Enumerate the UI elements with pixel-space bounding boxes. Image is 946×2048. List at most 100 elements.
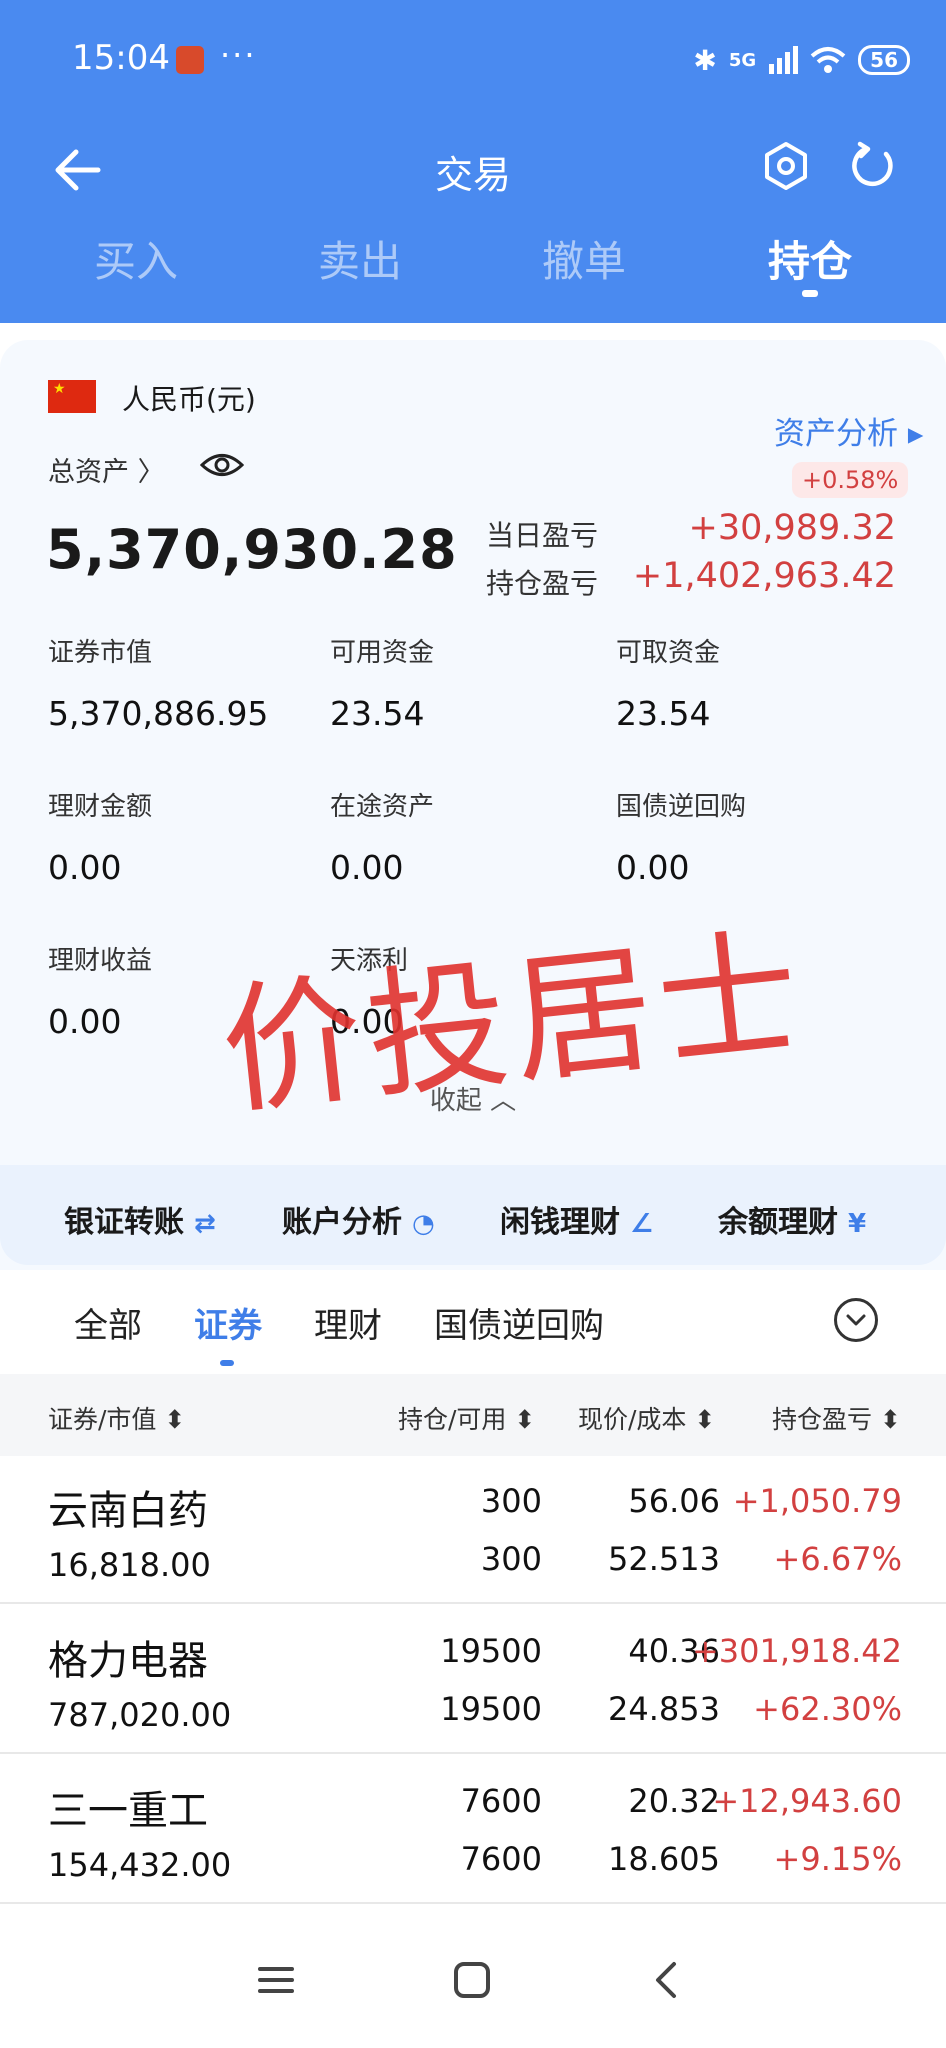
current-price: 56.06 xyxy=(628,1482,720,1520)
position-pl: +301,918.42 xyxy=(691,1632,902,1670)
asset-analysis-link[interactable]: 资产分析 ▸ xyxy=(774,408,923,453)
battery-indicator: 56 xyxy=(858,45,910,75)
filter-tab-securities[interactable]: 证券 xyxy=(194,1298,262,1347)
position-pl-label: 持仓盈亏 xyxy=(486,567,599,600)
filter-tab-reverse-repo[interactable]: 国债逆回购 xyxy=(434,1298,604,1347)
securities-value: 5,370,886.95 xyxy=(48,694,269,733)
settings-button[interactable] xyxy=(760,140,812,192)
cost-price: 18.605 xyxy=(608,1840,720,1878)
filter-tab-all[interactable]: 全部 xyxy=(74,1298,142,1347)
wealth-income-value: 0.00 xyxy=(48,1002,122,1041)
reverse-repo-value: 0.00 xyxy=(616,848,690,887)
quick-action-label: 闲钱理财 xyxy=(500,1205,620,1240)
column-holding-header[interactable]: 持仓/可用 ⬍ xyxy=(398,1400,535,1436)
collapse-button[interactable]: 收起 ︿ xyxy=(0,1080,946,1117)
trend-icon: ∠ xyxy=(630,1209,654,1239)
table-row[interactable]: 三一重工 154,432.00 7600 7600 20.32 18.605 +… xyxy=(0,1756,946,1904)
position-pl-pct: +9.15% xyxy=(773,1840,902,1878)
daily-percent-badge: +0.58% xyxy=(792,462,909,498)
column-pl-header[interactable]: 持仓盈亏 ⬍ xyxy=(772,1400,901,1436)
total-assets-label[interactable]: 总资产 〉 xyxy=(48,450,165,489)
market-value: 16,818.00 xyxy=(48,1546,211,1584)
menu-button[interactable] xyxy=(246,1950,306,2010)
available-funds-label: 可用资金 xyxy=(330,638,435,668)
refresh-icon xyxy=(852,141,893,187)
status-time: 15:04 xyxy=(72,38,170,78)
quick-actions-bar: 银证转账 ⇄ 账户分析 ◔ 闲钱理财 ∠ 余额理财 ¥ xyxy=(0,1165,946,1265)
asset-summary-card: ★ 人民币(元) 资产分析 ▸ 总资产 〉 +0.58% 5,370,930.2… xyxy=(0,340,946,1270)
column-security-header[interactable]: 证券/市值 ⬍ xyxy=(48,1400,185,1436)
position-pl-pct: +62.30% xyxy=(753,1690,902,1728)
filter-tab-wealth[interactable]: 理财 xyxy=(314,1298,382,1347)
pie-chart-icon: ◔ xyxy=(412,1209,435,1239)
table-row[interactable]: 云南白药 16,818.00 300 300 56.06 52.513 +1,0… xyxy=(0,1456,946,1604)
home-square-icon xyxy=(454,1962,490,1998)
position-pl: +1,050.79 xyxy=(732,1482,902,1520)
bank-securities-transfer-button[interactable]: 银证转账 ⇄ xyxy=(64,1197,216,1241)
available-qty: 7600 xyxy=(460,1840,542,1878)
cost-price: 24.853 xyxy=(608,1690,720,1728)
stock-name: 云南白药 xyxy=(48,1488,208,1534)
app-notification-icon xyxy=(176,46,204,74)
tiantianli-label: 天添利 xyxy=(330,946,409,976)
available-funds-value: 23.54 xyxy=(330,694,425,733)
tab-sell[interactable]: 卖出 xyxy=(290,228,430,289)
column-price-header[interactable]: 现价/成本 ⬍ xyxy=(578,1400,715,1436)
transfer-icon: ⇄ xyxy=(194,1209,216,1239)
daily-pl-label: 当日盈亏 xyxy=(486,519,599,552)
cost-price: 52.513 xyxy=(608,1540,720,1578)
wealth-income-label: 理财收益 xyxy=(48,946,153,976)
quick-action-label: 余额理财 xyxy=(718,1205,838,1240)
position-pl-pct: +6.67% xyxy=(773,1540,902,1578)
withdrawable-funds-label: 可取资金 xyxy=(616,638,721,668)
app-header: 15:04 ··· ✱ 5G 56 交易 买入 卖出 撤单 持仓 xyxy=(0,0,946,323)
account-analysis-button[interactable]: 账户分析 ◔ xyxy=(282,1197,435,1241)
in-transit-assets-label: 在途资产 xyxy=(330,792,435,822)
market-value: 154,432.00 xyxy=(48,1846,232,1884)
market-value: 787,020.00 xyxy=(48,1696,232,1734)
quick-action-label: 银证转账 xyxy=(64,1205,184,1240)
quick-action-label: 账户分析 xyxy=(282,1205,402,1240)
stock-name: 格力电器 xyxy=(48,1638,208,1684)
expand-filter-button[interactable] xyxy=(834,1298,878,1342)
filter-tab-indicator xyxy=(220,1360,234,1366)
daily-pl-value: +30,989.32 xyxy=(688,508,896,548)
system-nav-bar xyxy=(0,1910,946,2048)
currency-label: 人民币(元) xyxy=(122,383,256,416)
wealth-amount-value: 0.00 xyxy=(48,848,122,887)
wifi-icon xyxy=(810,47,846,73)
holdings-table-header: 证券/市值 ⬍ 持仓/可用 ⬍ 现价/成本 ⬍ 持仓盈亏 ⬍ xyxy=(0,1374,946,1456)
yuan-icon: ¥ xyxy=(848,1209,867,1239)
refresh-button[interactable] xyxy=(846,140,898,192)
wealth-amount-label: 理财金额 xyxy=(48,792,153,822)
tiantianli-value: 0.00 xyxy=(330,1002,404,1041)
total-assets-value: 5,370,930.28 xyxy=(46,518,458,581)
tab-holdings[interactable]: 持仓 xyxy=(740,228,880,289)
home-button[interactable] xyxy=(442,1950,502,2010)
available-qty: 19500 xyxy=(440,1690,542,1728)
current-price: 20.32 xyxy=(628,1782,720,1820)
reverse-repo-label: 国债逆回购 xyxy=(616,792,747,822)
bluetooth-icon: ✱ xyxy=(693,43,717,77)
chevron-down-icon xyxy=(846,1314,866,1326)
position-pl: +12,943.60 xyxy=(712,1782,902,1820)
network-type: 5G xyxy=(728,49,757,71)
table-row[interactable]: 格力电器 787,020.00 19500 19500 40.36 24.853… xyxy=(0,1606,946,1754)
withdrawable-funds-value: 23.54 xyxy=(616,694,711,733)
chevron-left-icon xyxy=(656,1962,676,1998)
holding-qty: 19500 xyxy=(440,1632,542,1670)
eye-icon[interactable] xyxy=(200,450,244,480)
china-flag-icon: ★ xyxy=(48,380,96,413)
idle-money-wealth-button[interactable]: 闲钱理财 ∠ xyxy=(500,1197,653,1241)
stock-name: 三一重工 xyxy=(48,1788,208,1834)
holding-qty: 7600 xyxy=(460,1782,542,1820)
in-transit-assets-value: 0.00 xyxy=(330,848,404,887)
system-back-button[interactable] xyxy=(638,1950,698,2010)
menu-icon xyxy=(258,1967,294,1993)
status-more-dots: ··· xyxy=(220,36,257,74)
holding-qty: 300 xyxy=(480,1482,542,1520)
signal-icon xyxy=(769,46,799,74)
tab-buy[interactable]: 买入 xyxy=(66,228,206,289)
tab-cancel-order[interactable]: 撤单 xyxy=(514,228,654,289)
balance-wealth-button[interactable]: 余额理财 ¥ xyxy=(718,1197,866,1241)
